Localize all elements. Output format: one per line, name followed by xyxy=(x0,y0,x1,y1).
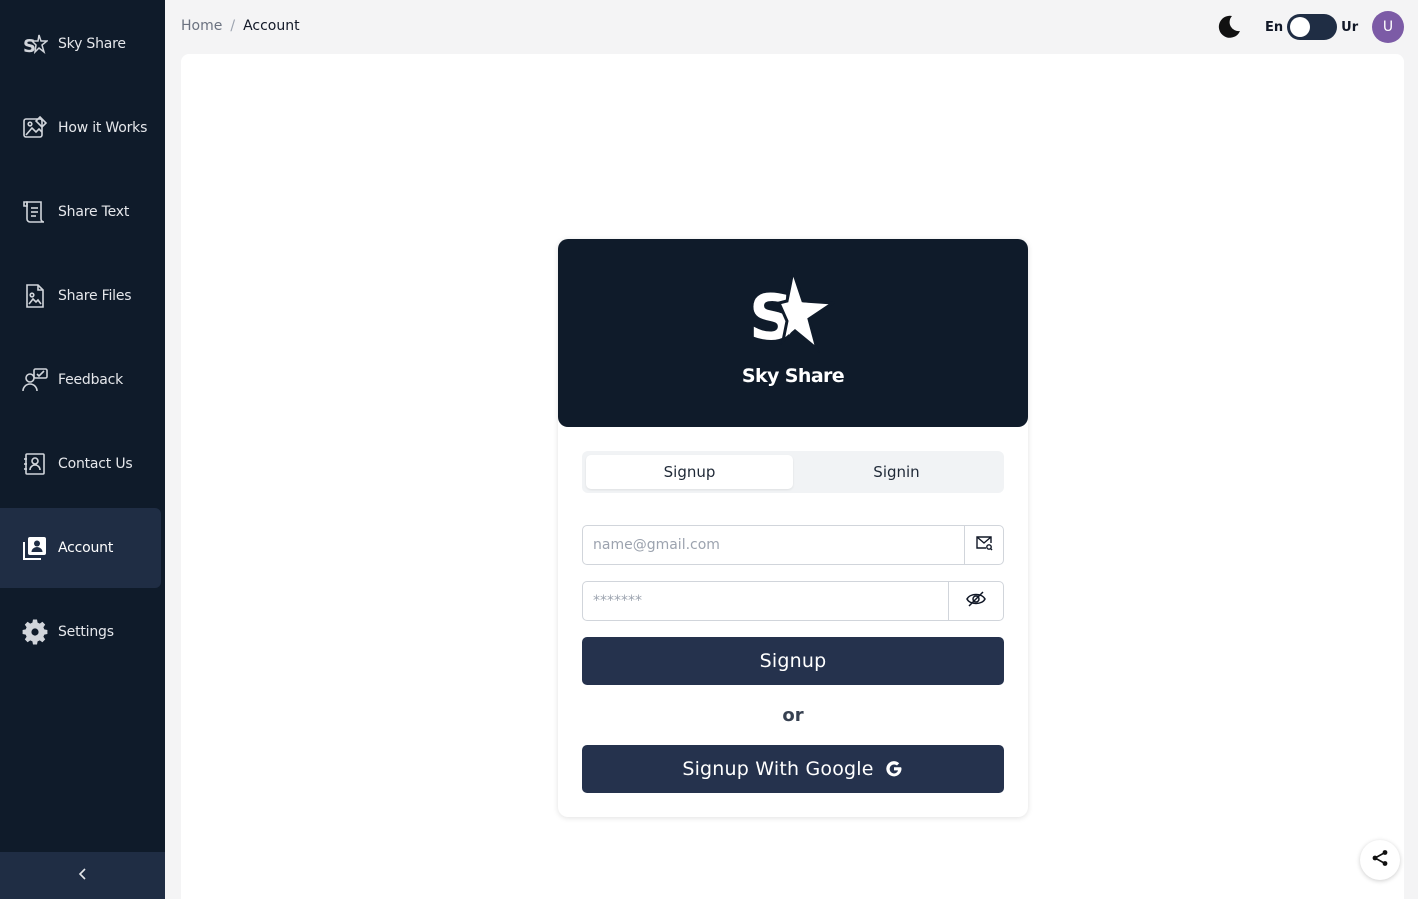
sidebar-item-label: Share Text xyxy=(58,204,130,220)
file-image-icon xyxy=(22,283,48,309)
sidebar-item-account[interactable]: Account xyxy=(0,508,161,588)
sidebar-item-brand[interactable]: S Sky Share xyxy=(0,4,161,84)
gear-icon xyxy=(22,619,48,645)
share-button[interactable] xyxy=(1360,840,1400,880)
email-addon xyxy=(964,526,1003,564)
lang-ur-label: Ur xyxy=(1341,19,1359,35)
user-chat-icon xyxy=(22,367,48,393)
password-field xyxy=(582,581,1004,621)
image-edit-icon xyxy=(22,115,48,141)
lang-en-label: En xyxy=(1265,19,1284,35)
password-input[interactable] xyxy=(583,582,948,620)
auth-card: S Sky Share Signup Signin Signup or Sign… xyxy=(558,239,1028,817)
logo-icon: S xyxy=(22,31,48,57)
sidebar-item-feedback[interactable]: Feedback xyxy=(0,340,161,420)
breadcrumb-home-link[interactable]: Home xyxy=(181,18,222,34)
language-switch: En Ur xyxy=(1265,14,1358,40)
sidebar-item-label: Settings xyxy=(58,624,114,640)
sidebar-item-share-files[interactable]: Share Files xyxy=(0,256,161,336)
sidebar-collapse-button[interactable] xyxy=(0,852,165,899)
sidebar-item-label: Account xyxy=(58,540,114,556)
or-divider: or xyxy=(782,705,804,726)
sidebar-item-label: Feedback xyxy=(58,372,124,388)
sidebar-item-settings[interactable]: Settings xyxy=(0,592,161,672)
sidebar: S Sky Share How it Works Share Text Shar… xyxy=(0,0,165,899)
toggle-knob xyxy=(1290,17,1311,37)
tab-signup[interactable]: Signup xyxy=(586,455,793,489)
google-signup-label: Signup With Google xyxy=(682,758,874,780)
auth-brand-name: Sky Share xyxy=(741,365,845,387)
sidebar-item-share-text[interactable]: Share Text xyxy=(0,172,161,252)
account-box-icon xyxy=(22,535,48,561)
email-field xyxy=(582,525,1004,565)
theme-toggle-button[interactable] xyxy=(1215,13,1243,41)
sky-share-logo: S xyxy=(751,269,835,353)
moon-icon xyxy=(1215,15,1243,45)
sidebar-item-label: How it Works xyxy=(58,120,148,136)
language-toggle[interactable] xyxy=(1287,14,1338,40)
breadcrumb-separator: / xyxy=(230,18,236,34)
toggle-password-button[interactable] xyxy=(948,582,1003,620)
sidebar-item-label: Contact Us xyxy=(58,456,133,472)
breadcrumb-current: Account xyxy=(243,18,300,34)
breadcrumb: Home / Account xyxy=(181,18,300,34)
sidebar-item-label: Sky Share xyxy=(58,36,126,52)
signup-button[interactable]: Signup xyxy=(582,637,1004,685)
tab-signin[interactable]: Signin xyxy=(793,455,1000,489)
contact-book-icon xyxy=(22,451,48,477)
auth-tabs: Signup Signin xyxy=(582,451,1004,493)
sidebar-item-label: Share Files xyxy=(58,288,132,304)
mail-icon xyxy=(975,535,993,555)
google-signup-button[interactable]: Signup With Google xyxy=(582,745,1004,793)
chevron-left-icon xyxy=(77,866,89,885)
google-icon xyxy=(884,759,904,779)
share-icon xyxy=(1371,849,1389,871)
email-input[interactable] xyxy=(583,526,964,564)
avatar[interactable]: U xyxy=(1372,11,1404,43)
sidebar-item-how-it-works[interactable]: How it Works xyxy=(0,88,161,168)
eye-off-icon xyxy=(966,591,986,611)
scroll-text-icon xyxy=(22,199,48,225)
sidebar-item-contact-us[interactable]: Contact Us xyxy=(0,424,161,504)
auth-card-header: S Sky Share xyxy=(558,239,1028,427)
